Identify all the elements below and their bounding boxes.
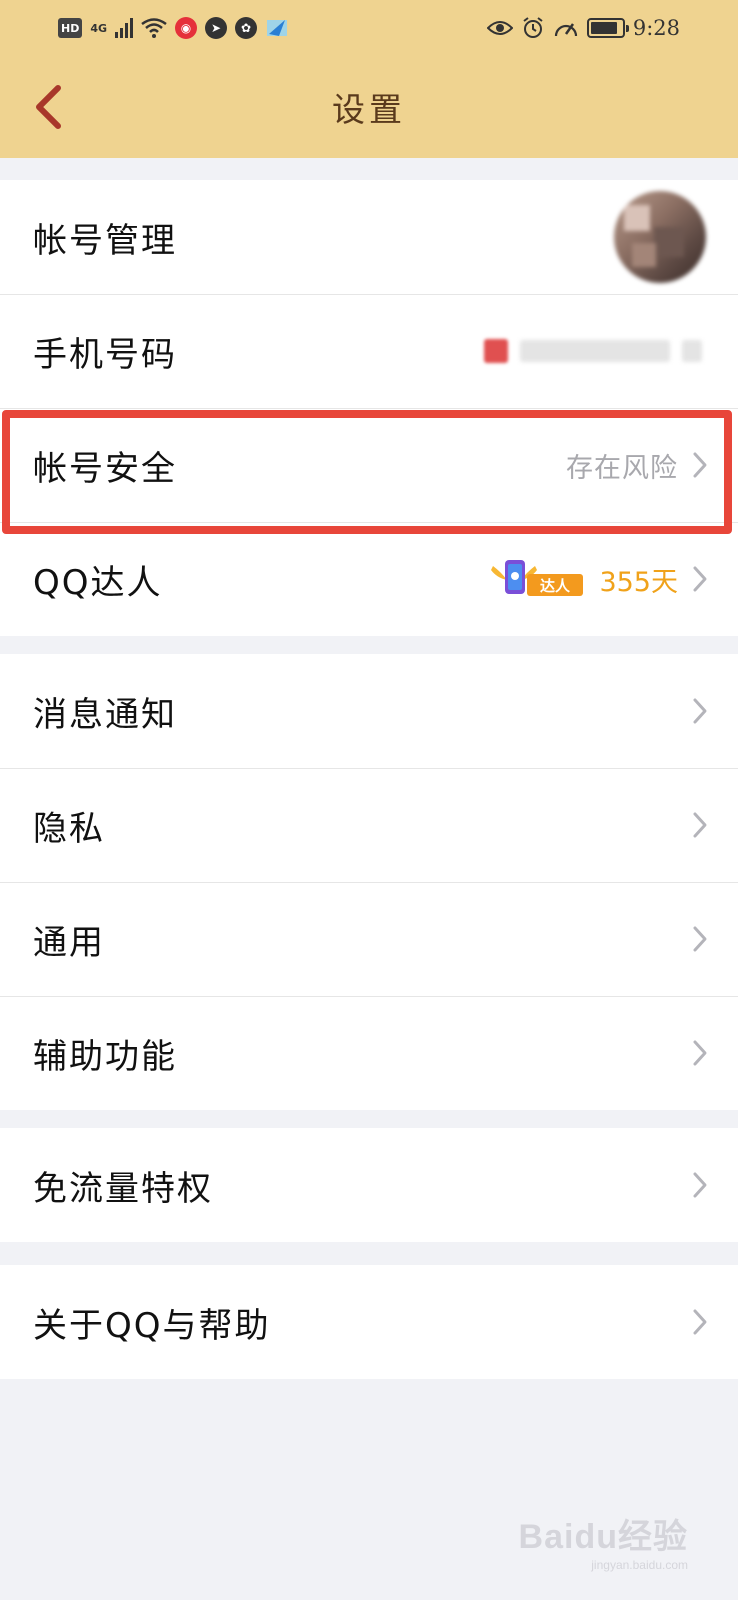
signal-icon [115, 18, 134, 38]
row-label: 帐号管理 [33, 220, 177, 261]
row-right [484, 294, 702, 408]
back-chevron-icon [36, 85, 61, 129]
chevron-right-icon [693, 812, 707, 838]
account-management-row[interactable]: 帐号管理 [0, 180, 738, 294]
status-left: HD 4G ◉ ➤ ✿ [58, 16, 289, 40]
row-label: 隐私 [33, 808, 105, 849]
row-label: 消息通知 [33, 694, 177, 735]
header-bar: HD 4G ◉ ➤ ✿ 9:28 设置 [0, 0, 738, 158]
chevron-right-icon [693, 566, 707, 592]
back-button[interactable] [28, 82, 68, 132]
watermark: Baidu经验 jingyan.baidu.com [519, 1509, 688, 1572]
watermark-text: Baidu经验 [518, 1518, 688, 1556]
status-right: 9:28 [486, 16, 680, 40]
daren-badge-text: 达人 [540, 577, 571, 595]
chevron-right-icon [693, 1040, 707, 1066]
app-notification-icon [267, 20, 288, 36]
row-right [614, 180, 706, 294]
about-group: 关于QQ与帮助 [0, 1265, 738, 1379]
about-help-row[interactable]: 关于QQ与帮助 [0, 1265, 738, 1379]
row-right: 存在风险 [566, 408, 708, 522]
row-right [692, 1265, 708, 1379]
qq-daren-icon: 达人 [489, 556, 585, 602]
app-notification-icon: ➤ [205, 17, 228, 39]
avatar [614, 191, 706, 283]
battery-icon [586, 18, 629, 38]
row-label: 辅助功能 [33, 1036, 177, 1077]
speed-icon [554, 23, 577, 37]
account-security-row[interactable]: 帐号安全 存在风险 [0, 408, 738, 522]
chevron-right-icon [693, 1172, 707, 1198]
app-notification-icon: ◉ [175, 17, 198, 39]
qq-daren-row[interactable]: QQ达人 达人 355天 [0, 522, 738, 636]
general-row[interactable]: 通用 [0, 882, 738, 996]
notifications-row[interactable]: 消息通知 [0, 654, 738, 768]
row-right: 达人 355天 [489, 522, 708, 636]
eye-icon [486, 21, 513, 35]
status-bar: HD 4G ◉ ➤ ✿ 9:28 [0, 0, 738, 56]
chevron-right-icon [693, 452, 707, 478]
network-type: 4G [90, 21, 108, 35]
wechat-icon: ✿ [235, 17, 258, 39]
data-free-privilege-row[interactable]: 免流量特权 [0, 1128, 738, 1242]
row-label: 手机号码 [33, 334, 177, 375]
privacy-row[interactable]: 隐私 [0, 768, 738, 882]
chevron-right-icon [693, 698, 707, 724]
hd-icon: HD [58, 18, 83, 38]
account-group: 帐号管理 手机号码 帐号安全 存在风险 QQ达人 达人 355天 [0, 180, 738, 636]
accessibility-row[interactable]: 辅助功能 [0, 996, 738, 1110]
row-right [692, 654, 708, 768]
phone-number-value [484, 339, 702, 363]
status-time: 9:28 [632, 16, 680, 40]
wifi-icon [141, 18, 167, 38]
alarm-icon [523, 17, 543, 38]
general-group: 消息通知 隐私 通用 辅助功能 [0, 654, 738, 1110]
row-right [692, 1128, 708, 1242]
page-title: 设置 [332, 90, 406, 129]
chevron-right-icon [693, 926, 707, 952]
row-label: 免流量特权 [33, 1168, 213, 1209]
row-right [692, 768, 708, 882]
row-label: 帐号安全 [33, 448, 177, 489]
row-label: 关于QQ与帮助 [33, 1305, 271, 1346]
chevron-right-icon [693, 1309, 707, 1335]
row-label: QQ达人 [33, 562, 163, 603]
row-right [692, 882, 708, 996]
row-right [692, 996, 708, 1110]
data-free-group: 免流量特权 [0, 1128, 738, 1242]
watermark-sub: jingyan.baidu.com [591, 1558, 688, 1572]
daren-days: 355天 [599, 566, 678, 598]
nav-bar: 设置 [0, 56, 738, 158]
phone-number-row[interactable]: 手机号码 [0, 294, 738, 408]
row-label: 通用 [33, 922, 105, 963]
security-status: 存在风险 [566, 452, 678, 484]
